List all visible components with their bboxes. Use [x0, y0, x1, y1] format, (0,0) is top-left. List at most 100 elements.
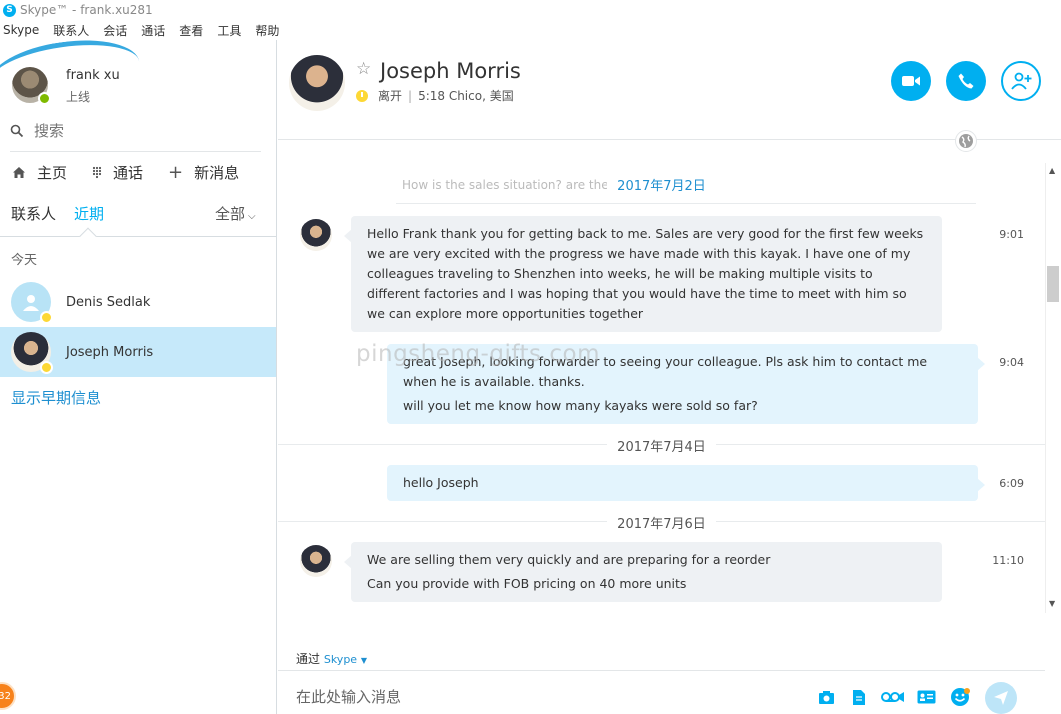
contact-avatar-large[interactable]	[289, 55, 345, 111]
send-contacts-button[interactable]	[916, 687, 936, 707]
add-people-button[interactable]	[1001, 61, 1041, 101]
send-button[interactable]	[985, 682, 1017, 714]
message-text: will you let me know how many kayaks wer…	[403, 398, 758, 413]
phone-icon	[958, 73, 974, 89]
window-title: Skype™ - frank.xu281	[20, 3, 153, 17]
message-bubble-incoming[interactable]: We are selling them very quickly and are…	[344, 542, 942, 602]
my-status[interactable]: 上线	[66, 88, 90, 105]
skype-logo-icon: S	[3, 3, 16, 17]
online-status-icon	[38, 92, 51, 105]
active-tab-indicator	[79, 227, 97, 245]
tab-contacts[interactable]: 联系人	[11, 203, 56, 224]
nav-calls[interactable]: 通话	[92, 162, 143, 183]
search-icon	[10, 124, 24, 138]
message-text: Can you provide with FOB pricing on 40 m…	[367, 576, 687, 591]
dialpad-icon	[92, 166, 102, 179]
nav-home[interactable]: 主页	[12, 162, 67, 183]
file-icon	[853, 689, 865, 705]
nav-home-label: 主页	[37, 164, 68, 182]
menu-contacts[interactable]: 联系人	[53, 22, 89, 39]
date-divider	[396, 203, 976, 204]
default-avatar-icon	[11, 282, 53, 324]
send-photo-button[interactable]	[816, 687, 836, 707]
image-icon	[818, 690, 834, 704]
conversation-scrollbar[interactable]: ▲ ▼	[1045, 163, 1061, 613]
date-label: 2017年7月4日	[607, 440, 716, 455]
sender-avatar[interactable]	[300, 219, 332, 251]
contact-name: Joseph Morris	[66, 344, 154, 360]
date-label: 2017年7月2日	[607, 179, 716, 194]
status-separator: |	[408, 88, 413, 103]
message-time: 9:04	[999, 356, 1024, 369]
menu-call[interactable]: 通话	[141, 22, 165, 39]
send-file-button[interactable]	[849, 687, 869, 707]
tabs-divider	[0, 236, 276, 237]
my-name[interactable]: frank xu	[66, 68, 120, 83]
nav-calls-label: 通话	[113, 164, 144, 182]
date-label: 2017年7月6日	[607, 517, 716, 532]
search-input[interactable]	[34, 122, 234, 140]
video-message-button[interactable]	[881, 687, 905, 707]
menu-skype[interactable]: Skype	[3, 23, 39, 37]
send-via-selector[interactable]: 通过 Skype ▼	[296, 650, 367, 667]
search-divider	[10, 151, 261, 152]
conversation-history[interactable]: How is the sales situation? are there 20…	[278, 141, 1045, 615]
menu-bar: Skype 联系人 会话 通话 查看 工具 帮助	[0, 21, 1061, 39]
menu-help[interactable]: 帮助	[255, 22, 279, 39]
away-status-icon	[40, 311, 53, 324]
away-status-icon	[40, 361, 53, 374]
conversation-title[interactable]: Joseph Morris	[380, 59, 521, 83]
contact-local-time: 5:18 Chico, 美国	[418, 89, 514, 103]
unread-count-badge[interactable]: 32	[0, 682, 16, 710]
date-separator: 2017年7月6日	[278, 513, 1045, 532]
emoticon-button[interactable]	[950, 687, 970, 707]
audio-call-button[interactable]	[946, 61, 986, 101]
tab-recent[interactable]: 近期	[74, 203, 104, 224]
scroll-down-arrow-icon[interactable]: ▼	[1049, 599, 1055, 608]
message-bubble-incoming[interactable]: Hello Frank thank you for getting back t…	[344, 216, 942, 332]
menu-view[interactable]: 查看	[179, 22, 203, 39]
nav-new-message[interactable]: + 新消息	[168, 162, 239, 183]
sidebar-nav: 主页 通话 + 新消息	[12, 162, 264, 183]
watermark: pingsheng-gifts.com	[356, 341, 600, 367]
favorite-star-icon[interactable]: ☆	[356, 59, 371, 79]
title-bar: S Skype™ - frank.xu281	[0, 0, 1061, 20]
contact-name: Denis Sedlak	[66, 294, 151, 310]
chevron-down-icon: ▼	[360, 656, 368, 665]
filter-dropdown[interactable]: 全部 ⌵	[215, 203, 256, 224]
date-separator: 2017年7月2日	[278, 175, 1045, 194]
message-time: 6:09	[999, 477, 1024, 490]
contact-row[interactable]: Joseph Morris	[0, 327, 276, 377]
video-call-button[interactable]	[891, 61, 931, 101]
sender-avatar[interactable]	[300, 545, 332, 577]
contact-status: 离开	[378, 89, 403, 103]
smiley-icon	[951, 688, 970, 706]
message-bubble-outgoing[interactable]: hello Joseph	[387, 465, 985, 501]
message-text: Hello Frank thank you for getting back t…	[367, 226, 924, 321]
contact-avatar	[11, 332, 53, 374]
conversation-header: ☆ Joseph Morris 离开 | 5:18 Chico, 美国	[278, 40, 1061, 152]
menu-conversations[interactable]: 会话	[103, 22, 127, 39]
menu-tools[interactable]: 工具	[217, 22, 241, 39]
message-input[interactable]	[296, 686, 776, 708]
search-box[interactable]	[10, 120, 234, 142]
show-earlier-link[interactable]: 显示早期信息	[11, 387, 101, 408]
scroll-up-arrow-icon[interactable]: ▲	[1049, 166, 1055, 175]
composer-divider	[278, 670, 1045, 671]
chevron-down-icon: ⌵	[248, 211, 256, 222]
sidebar: frank xu 上线 主页 通话 + 新消息 联系人 近期 全部⌵ 今天 De…	[0, 40, 277, 714]
add-user-icon	[1011, 72, 1032, 90]
plus-icon: +	[168, 161, 184, 183]
send-arrow-icon	[994, 691, 1008, 705]
filter-label: 全部	[215, 205, 246, 223]
scrollbar-thumb[interactable]	[1047, 266, 1059, 302]
home-icon	[13, 167, 25, 178]
date-separator: 2017年7月4日	[278, 436, 1045, 455]
message-text: We are selling them very quickly and are…	[367, 552, 771, 567]
contact-status-line: 离开 | 5:18 Chico, 美国	[356, 87, 514, 104]
contact-card-icon	[917, 690, 935, 704]
message-time: 9:01	[999, 228, 1024, 241]
contact-row[interactable]: Denis Sedlak	[0, 277, 276, 327]
nav-new-message-label: 新消息	[194, 164, 240, 182]
via-service: Skype	[323, 653, 358, 666]
